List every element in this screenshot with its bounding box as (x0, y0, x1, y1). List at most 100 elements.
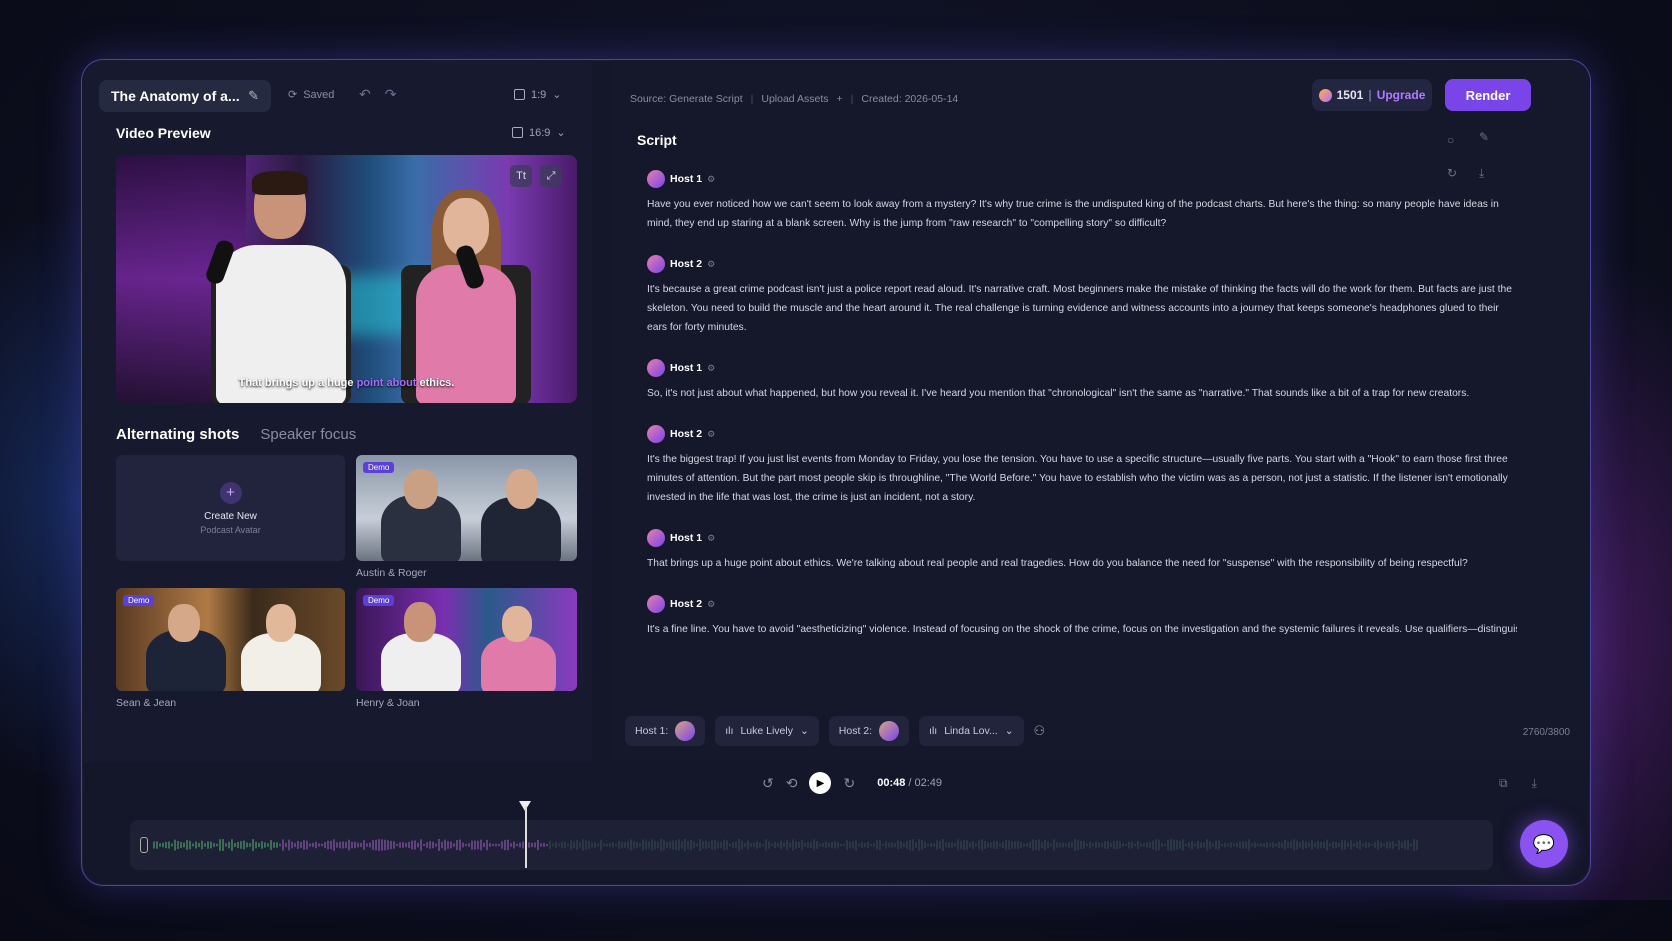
project-title: The Anatomy of a... (111, 88, 240, 104)
avatar (647, 170, 665, 188)
speaker-name: Host 2 (670, 598, 703, 610)
source-label: Source: Generate Script (630, 93, 743, 105)
cloud-saved-icon: ⟳ (288, 89, 298, 101)
playhead[interactable] (525, 806, 527, 868)
chat-support-button[interactable]: 💬 (1520, 820, 1568, 868)
edit-pencil-icon[interactable]: ✎ (248, 88, 259, 104)
demo-badge: Demo (363, 595, 395, 606)
upload-assets-link[interactable]: Upload Assets (761, 93, 828, 105)
create-new-label: Create New (204, 510, 257, 522)
host1-voice: Luke Lively (740, 725, 793, 737)
demo-badge: Demo (123, 595, 155, 606)
download-icon[interactable]: ⤓ (1532, 776, 1537, 791)
redo-icon[interactable]: ↷ (385, 86, 397, 103)
search-icon[interactable]: ○ (1447, 133, 1454, 147)
script-block: Host 1 ⚙ So, it's not just about what hap… (647, 359, 1517, 403)
chevron-down-icon: ⌄ (1004, 725, 1014, 737)
credits-badge[interactable]: 1501 | Upgrade (1312, 79, 1432, 111)
create-new-avatar-card[interactable]: + Create New Podcast Avatar (116, 455, 345, 561)
avatar-card-austin-roger[interactable]: Demo (356, 455, 577, 561)
avatar-card-sean-jean[interactable]: Demo (116, 588, 345, 691)
script-line[interactable]: So, it's not just about what happened, b… (647, 384, 1517, 403)
render-button[interactable]: Render (1445, 79, 1531, 111)
total-time: / 02:49 (908, 777, 943, 789)
avatar (647, 595, 665, 613)
script-line[interactable]: It's the biggest trap! If you just list … (647, 450, 1517, 507)
chevron-down-icon: ⌄ (556, 127, 566, 139)
play-button[interactable]: ▶ (809, 772, 832, 794)
avatar-card-label: Sean & Jean (116, 697, 177, 709)
voice-settings-icon[interactable]: ⚙ (707, 259, 715, 270)
host-avatar-male (206, 171, 356, 403)
video-preview[interactable]: Tt ⤢ That brings up a huge point about e… (116, 155, 577, 403)
plus-icon: + (219, 481, 242, 504)
voice-bar: Host 1: ılı Luke Lively ⌄ Host 2: ılı Li… (625, 716, 1045, 746)
export-icon[interactable]: ⧉ (1499, 776, 1508, 791)
voice-settings-icon[interactable]: ⚙ (707, 599, 715, 610)
time-readout: 00:48 / 02:49 (877, 777, 942, 789)
aspect-dropdown[interactable]: 16:9 ⌄ (512, 126, 566, 139)
left-panel: The Anatomy of a... ✎ ⟳ Saved ↶ ↷ 1:9 ⌄ … (82, 60, 592, 762)
aspect-label-top: 1:9 (531, 88, 547, 101)
save-status: ⟳ Saved (288, 88, 335, 102)
demo-badge: Demo (363, 462, 395, 473)
script-line[interactable]: It's because a great crime podcast isn't… (647, 280, 1517, 337)
player-controls: ↺ ⟲ ▶ ↻ 00:48 / 02:49 (762, 772, 942, 794)
undo-icon[interactable]: ↶ (359, 86, 371, 103)
create-new-sublabel: Podcast Avatar (200, 524, 261, 535)
speaker-name: Host 1 (670, 173, 703, 185)
host2-label: Host 2: (838, 725, 873, 737)
avatar-card-henry-joan[interactable]: Demo (356, 588, 577, 691)
waveform-icon: ılı (725, 725, 734, 737)
voice-settings-icon[interactable]: ⚙ (707, 363, 715, 374)
avatar (879, 721, 900, 741)
avatar (647, 425, 665, 443)
tab-alternating-shots[interactable]: Alternating shots (116, 426, 239, 443)
fullscreen-icon[interactable]: ⤢ (540, 165, 562, 187)
back-icon[interactable]: ⟲ (786, 775, 798, 792)
script-meta: Source: Generate Script | Upload Assets … (630, 93, 959, 105)
script-block: Host 2 ⚙ It's because a great crime podca… (647, 255, 1517, 337)
avatar-card-label: Austin & Roger (356, 567, 427, 579)
video-preview-title: Video Preview (116, 125, 211, 141)
text-overlay-icon[interactable]: Tt (510, 165, 532, 187)
voice-settings-icon[interactable]: ⚙ (707, 174, 715, 185)
script-body[interactable]: Host 1 ⚙ Have you ever noticed how we can… (647, 170, 1517, 657)
host2-voice-dropdown[interactable]: ılı Linda Lov... ⌄ (919, 716, 1024, 746)
forward-icon[interactable]: ↻ (843, 775, 855, 792)
edit-icon[interactable]: ✎ (1479, 130, 1489, 144)
rewind-icon[interactable]: ↺ (762, 775, 774, 792)
aspect-square-icon (512, 127, 523, 138)
chevron-down-icon: ⌄ (552, 89, 562, 101)
saved-label: Saved (303, 88, 335, 101)
avatar (647, 359, 665, 377)
script-line[interactable]: It's a fine line. You have to avoid "aes… (647, 620, 1517, 635)
script-line[interactable]: Have you ever noticed how we can't seem … (647, 195, 1517, 233)
tab-speaker-focus[interactable]: Speaker focus (260, 426, 356, 443)
coin-icon (1318, 88, 1332, 102)
avatar (647, 255, 665, 273)
aspect-dropdown-top[interactable]: 1:9 ⌄ (514, 88, 562, 101)
add-speaker-icon[interactable]: ⚇ (1034, 723, 1046, 739)
script-block: Host 1 ⚙ That brings up a huge point abou… (647, 529, 1517, 573)
script-line[interactable]: That brings up a huge point about ethics… (647, 554, 1517, 573)
host2-selector[interactable]: Host 2: (828, 716, 910, 746)
voice-settings-icon[interactable]: ⚙ (707, 429, 715, 440)
script-block: Host 2 ⚙ It's the biggest trap! If you ju… (647, 425, 1517, 507)
plus-icon[interactable]: + (837, 93, 843, 105)
host1-selector[interactable]: Host 1: (625, 716, 706, 746)
script-title: Script (637, 132, 677, 148)
avatar-card-label: Henry & Joan (356, 697, 420, 709)
avatar (647, 529, 665, 547)
audio-timeline[interactable] (130, 820, 1493, 870)
project-title-field[interactable]: The Anatomy of a... ✎ (99, 80, 271, 112)
chat-icon: 💬 (1532, 833, 1556, 854)
upgrade-link[interactable]: Upgrade (1377, 88, 1426, 102)
waveform-icon: ılı (929, 725, 938, 737)
host1-voice-dropdown[interactable]: ılı Luke Lively ⌄ (715, 716, 819, 746)
script-block: Host 2 ⚙ It's a fine line. You have to av… (647, 595, 1517, 635)
timeline-start-handle[interactable] (140, 837, 148, 853)
voice-settings-icon[interactable]: ⚙ (707, 533, 715, 544)
speaker-name: Host 1 (670, 362, 703, 374)
speaker-name: Host 2 (670, 258, 703, 270)
